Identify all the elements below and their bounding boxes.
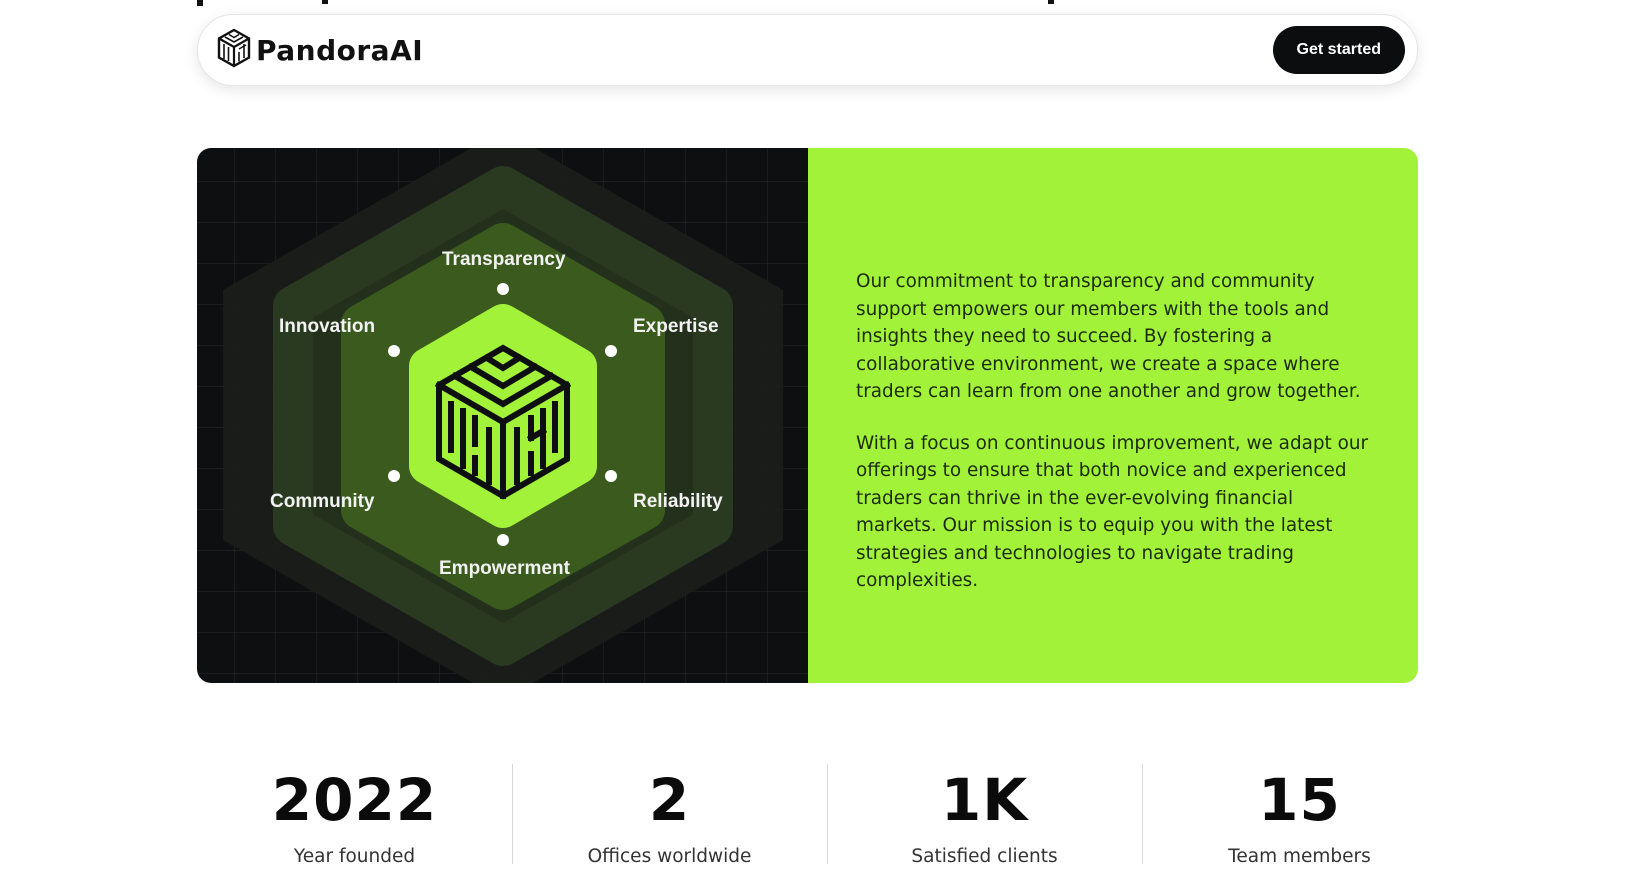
value-label-innovation: Innovation xyxy=(279,316,376,337)
hexagon-rings xyxy=(223,148,783,683)
stat-offices: 2 Offices worldwide xyxy=(512,764,827,867)
cutoff-text-fragment xyxy=(322,0,328,4)
stat-value: 2022 xyxy=(271,766,438,834)
cutoff-text-fragment xyxy=(1048,0,1054,4)
about-paragraph-1: Our commitment to transparency and commu… xyxy=(856,271,1361,402)
cutoff-text-fragment xyxy=(197,0,203,6)
stat-value: 1K xyxy=(940,766,1029,834)
node-dot xyxy=(605,345,617,357)
values-card: Transparency Innovation Expertise Commun… xyxy=(197,148,1418,683)
value-label-expertise: Expertise xyxy=(633,316,719,337)
get-started-button[interactable]: Get started xyxy=(1272,26,1405,74)
stat-label: Satisfied clients xyxy=(911,846,1058,867)
stat-value: 15 xyxy=(1258,766,1341,834)
node-dot xyxy=(497,283,509,295)
node-dot xyxy=(388,470,400,482)
value-label-empowerment: Empowerment xyxy=(439,558,570,579)
node-dot xyxy=(388,345,400,357)
brand-name: PandoraAI xyxy=(256,33,424,67)
page: PandoraAI Get started Transparency Innov… xyxy=(0,0,1636,873)
brand-link[interactable]: PandoraAI xyxy=(216,28,423,73)
node-dot xyxy=(497,534,509,546)
stat-value: 2 xyxy=(648,766,691,834)
stat-year-founded: 2022 Year founded xyxy=(197,764,512,867)
values-diagram: Transparency Innovation Expertise Commun… xyxy=(197,148,808,683)
stat-label: Year founded xyxy=(293,846,416,867)
maze-cube-icon xyxy=(216,28,252,73)
stat-label: Team members xyxy=(1228,846,1371,867)
stat-label: Offices worldwide xyxy=(587,846,752,867)
about-panel: Our commitment to transparency and commu… xyxy=(808,148,1418,683)
stat-clients: 1K Satisfied clients xyxy=(827,764,1142,867)
stats-row: 2022 Year founded 2 Offices worldwide 1K… xyxy=(197,764,1459,867)
node-dot xyxy=(605,470,617,482)
value-label-reliability: Reliability xyxy=(633,491,723,512)
value-label-community: Community xyxy=(270,491,375,512)
navbar: PandoraAI Get started xyxy=(197,14,1418,86)
stat-team: 15 Team members xyxy=(1142,764,1457,867)
value-label-transparency: Transparency xyxy=(442,249,566,270)
about-paragraph-2: With a focus on continuous improvement, … xyxy=(856,432,1369,592)
